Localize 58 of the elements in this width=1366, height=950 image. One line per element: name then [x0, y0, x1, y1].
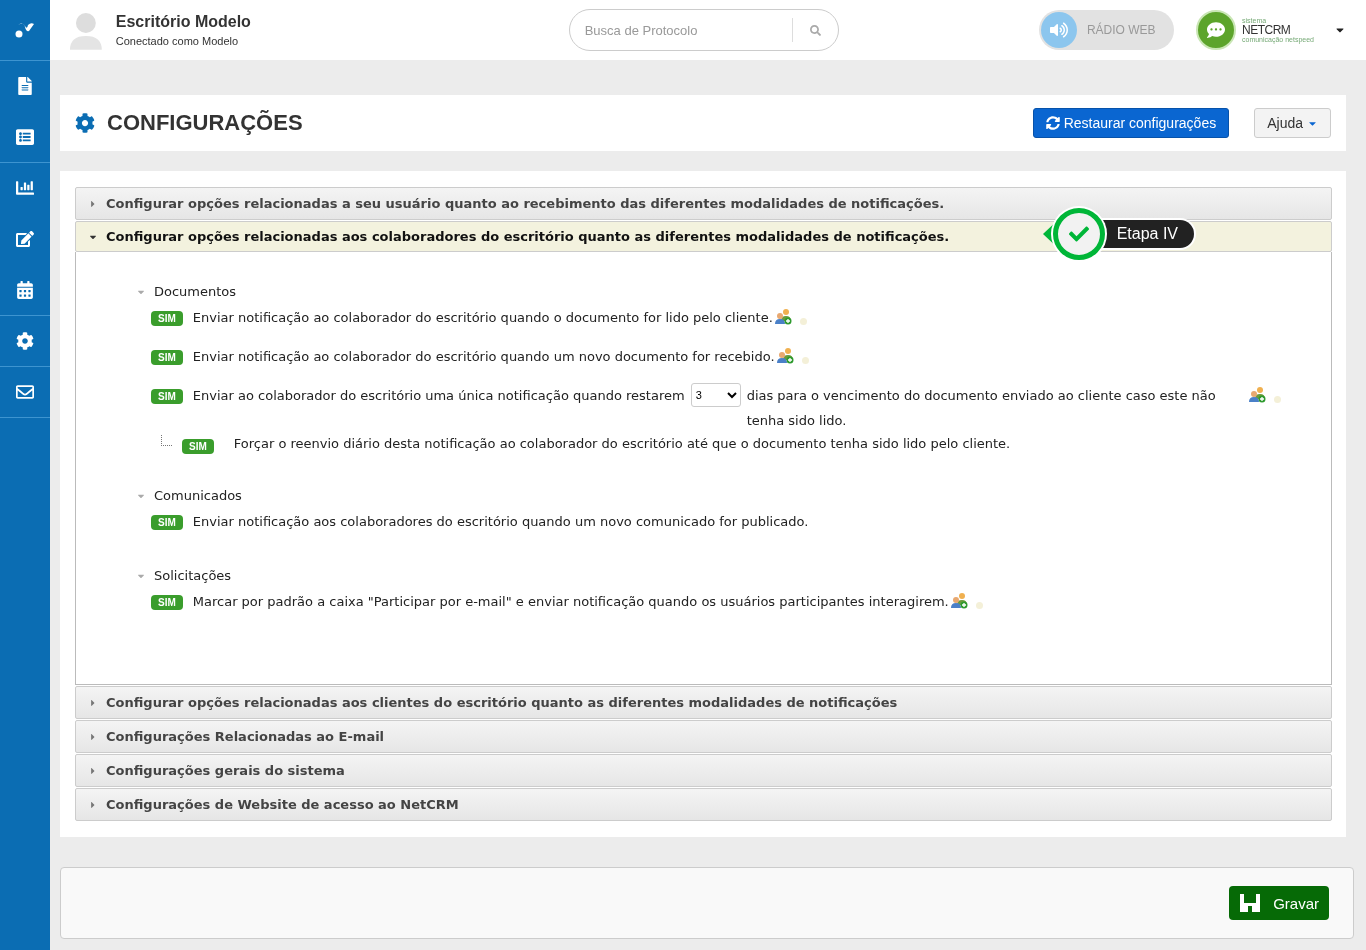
yes-toggle[interactable]: SIM	[151, 595, 183, 610]
section-title: Configurações gerais do sistema	[106, 763, 345, 778]
status-dot	[799, 318, 807, 325]
users-add-icon	[774, 308, 792, 325]
accordion-header[interactable]: Configurações gerais do sistema	[75, 754, 1332, 787]
section-title: Configurações Relacionadas ao E-mail	[106, 729, 385, 744]
logo-name: NETCRM	[1242, 24, 1292, 36]
section-title: Configurar opções relacionadas aos colaboradores do escritório quanto as diferentes modalidades de notificações.	[106, 229, 950, 244]
connected-as-text: Conectado como Modelo	[115, 35, 240, 47]
page-title: CONFIGURAÇÕES	[107, 110, 304, 136]
status-dot	[801, 357, 809, 364]
users-add-icon	[776, 347, 794, 364]
section-title: Configurar opções relacionadas aos clientes do escritório quanto as diferentes modalidades de notificações	[106, 695, 898, 710]
users-add-icon	[1249, 386, 1266, 403]
accordion-header[interactable]: Configurar opções relacionadas a seu usuário quanto ao recebimento das diferentes modalidades de notificações.	[75, 187, 1332, 220]
option-text: Enviar notificação aos colaboradores do escritório quando um novo comunicado for publicado.	[192, 513, 809, 531]
office-name: Escritório Modelo	[115, 13, 252, 31]
bar-chart-icon[interactable]	[16, 179, 34, 197]
option-text: Marcar por padrão a caixa "Participar por e-mail" e enviar notificação quando os usuários participantes interagirem.	[192, 593, 949, 611]
users-add-icon	[950, 592, 968, 609]
avatar-icon	[68, 10, 104, 50]
status-dot	[975, 602, 983, 609]
help-button[interactable]: Ajuda	[1254, 108, 1331, 138]
group-title: Documentos	[154, 284, 237, 299]
document-icon[interactable]	[16, 77, 34, 95]
settings-icon	[75, 113, 95, 133]
option-text: Enviar ao colaborador do escritório uma única notificação quando restarem	[192, 387, 685, 405]
accordion-header[interactable]: Configurações de Website de acesso ao NetCRM	[75, 788, 1332, 821]
refresh-icon	[1045, 116, 1060, 130]
accordion-header[interactable]: Configurações Relacionadas ao E-mail	[75, 720, 1332, 753]
settings-icon[interactable]	[16, 332, 34, 350]
list-icon[interactable]	[16, 128, 34, 146]
yes-toggle[interactable]: SIM	[151, 350, 183, 365]
accordion-header[interactable]: Configurar opções relacionadas aos clientes do escritório quanto as diferentes modalidades de notificações	[75, 686, 1332, 719]
yes-toggle[interactable]: SIM	[182, 439, 214, 454]
edit-icon[interactable]	[16, 230, 34, 248]
yes-toggle[interactable]: SIM	[151, 515, 183, 530]
group-title: Comunicados	[154, 488, 242, 503]
option-text: Forçar o reenvio diário desta notificação ao colaborador do escritório até que o documento tenha sido lido pelo cliente.	[233, 434, 1011, 453]
step-badge: Etapa IV	[1042, 208, 1196, 260]
protocol-search-field[interactable]: Busca de Protocolo	[569, 10, 792, 50]
logo-icon[interactable]	[15, 22, 35, 38]
option-text: dias para o vencimento do documento enviado ao cliente caso este não tenha sido lido.	[746, 387, 1217, 430]
mail-icon[interactable]	[16, 383, 34, 401]
restore-settings-button[interactable]: Restaurar configurações	[1032, 108, 1230, 138]
speaker-icon	[1040, 12, 1077, 48]
status-dot	[1274, 396, 1281, 403]
calendar-icon[interactable]	[16, 281, 34, 299]
save-button[interactable]: Gravar	[1229, 886, 1329, 920]
option-text: Enviar notificação ao colaborador do escritório quando o documento for lido pelo cliente.	[192, 309, 773, 327]
section-title: Configurações de Website de acesso ao NetCRM	[106, 797, 459, 812]
group-title: Solicitações	[154, 568, 232, 583]
chat-bubble-icon	[1196, 10, 1236, 50]
yes-toggle[interactable]: SIM	[151, 389, 183, 404]
yes-toggle[interactable]: SIM	[151, 311, 183, 326]
option-text: Enviar notificação ao colaborador do escritório quando um novo documento for recebido.	[192, 348, 775, 366]
days-select[interactable]: 3	[690, 383, 741, 407]
section-title: Configurar opções relacionadas a seu usuário quanto ao recebimento das diferentes modalidades de notificações.	[106, 196, 945, 211]
